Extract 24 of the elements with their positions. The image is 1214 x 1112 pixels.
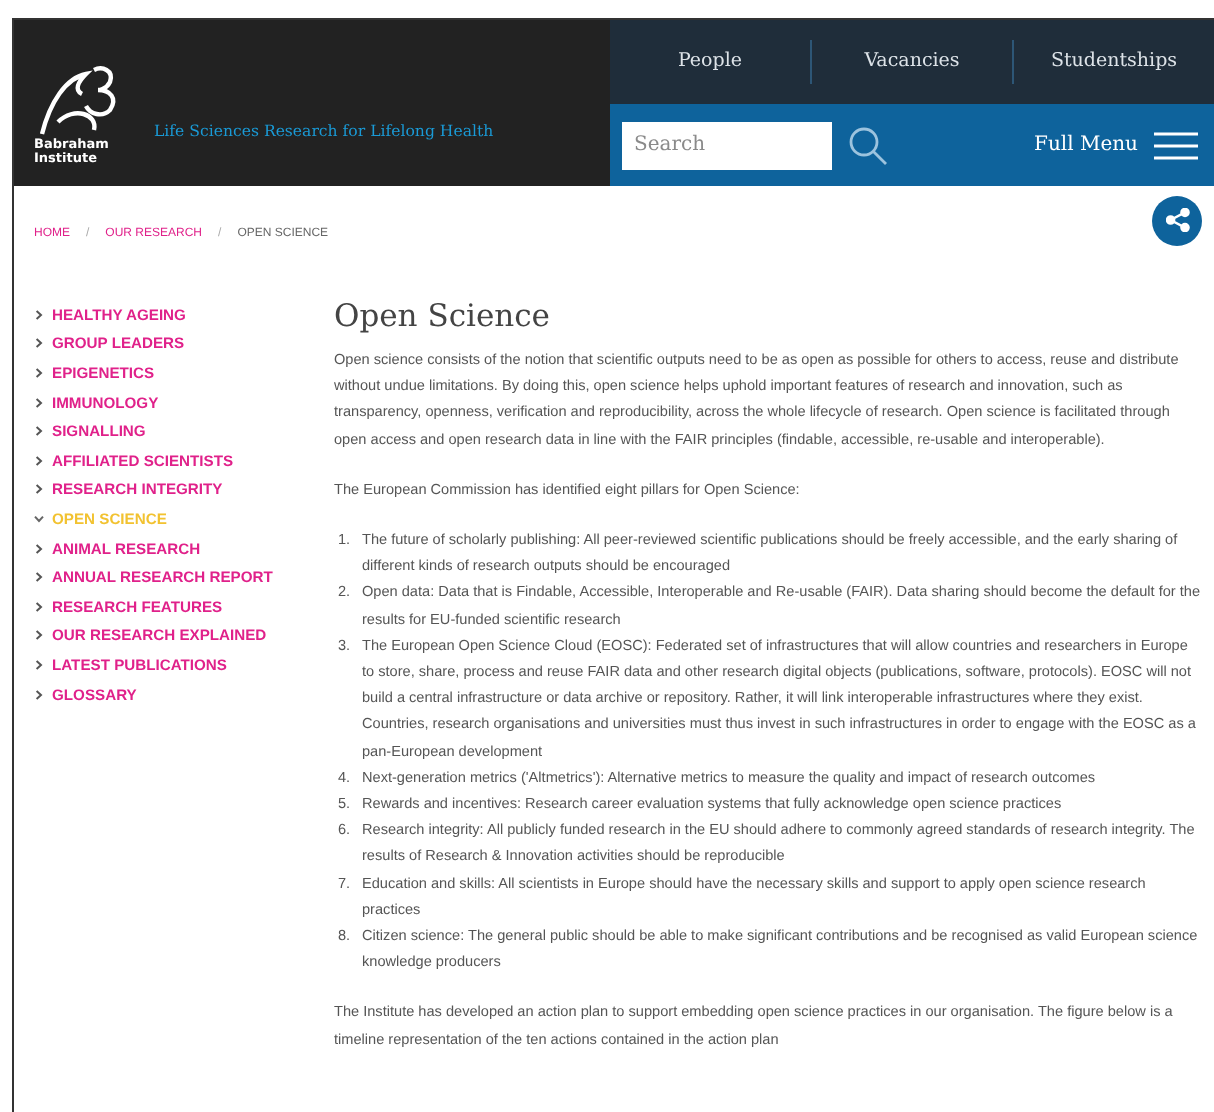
chevron-down-icon <box>34 513 44 524</box>
chevron-right-icon <box>34 397 44 408</box>
chevron-right-icon <box>34 572 44 583</box>
chevron-right-icon <box>34 455 44 466</box>
search-field[interactable]: Search <box>622 121 832 169</box>
chevron-right-icon <box>34 689 44 700</box>
chevron-right-icon <box>34 484 44 495</box>
menu-button[interactable]: Full Menu <box>1034 131 1198 159</box>
chevron-right-icon <box>34 630 44 641</box>
nav-link[interactable]: Vacancies <box>810 40 1012 84</box>
nav-link[interactable]: People <box>610 40 810 84</box>
search-icon[interactable] <box>848 125 888 165</box>
chevron-right-icon <box>34 309 44 320</box>
nav-link[interactable]: Studentships <box>1012 40 1214 84</box>
page-title: Open Science <box>334 298 552 334</box>
chevron-right-icon <box>34 426 44 437</box>
share-icon <box>1165 208 1189 232</box>
chevron-right-icon <box>34 659 44 670</box>
chevron-right-icon <box>34 367 44 378</box>
share-button[interactable] <box>1152 195 1202 245</box>
chevron-right-icon <box>34 338 44 349</box>
chevron-right-icon <box>34 601 44 612</box>
chevron-right-icon <box>34 543 44 554</box>
menu-icon <box>1154 131 1198 159</box>
